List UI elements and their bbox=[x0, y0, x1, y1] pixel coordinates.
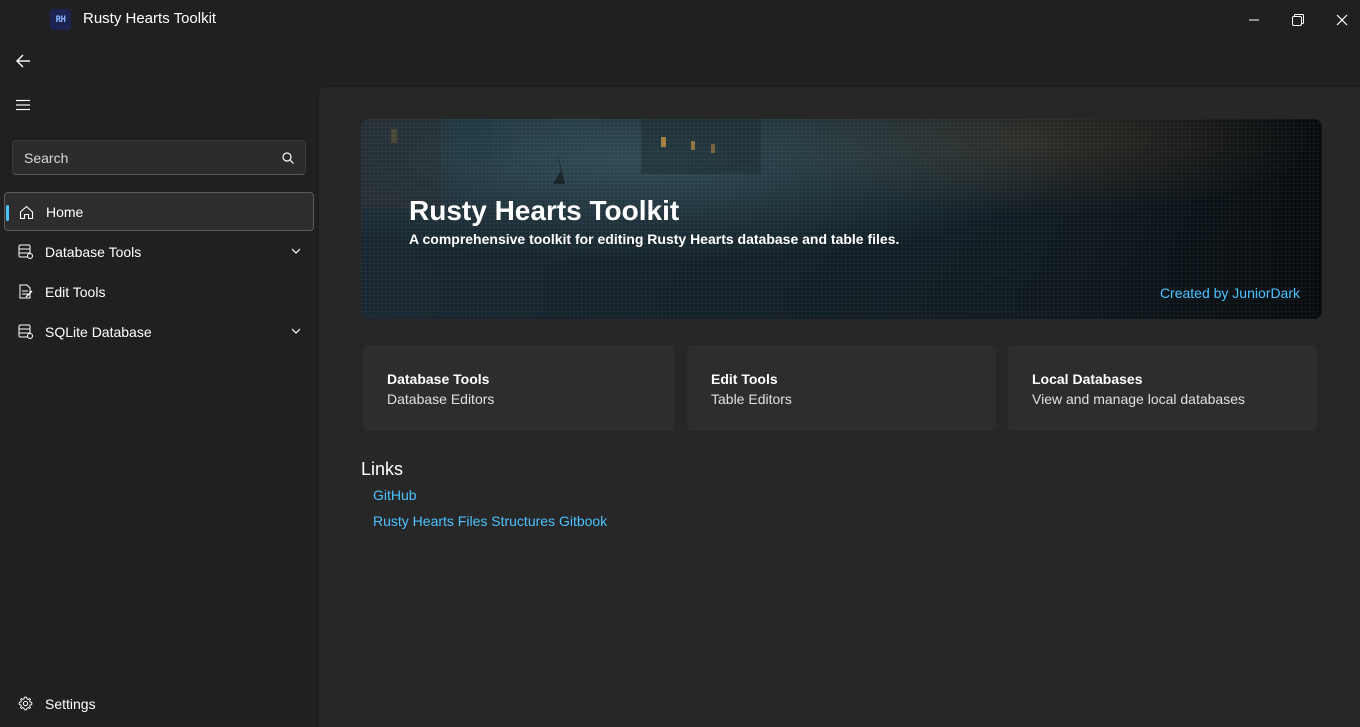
card-database-tools[interactable]: Database Tools Database Editors bbox=[362, 344, 676, 432]
chevron-down-icon[interactable] bbox=[290, 245, 302, 257]
card-title: Local Databases bbox=[1032, 371, 1143, 387]
nav-item-sqlite-database[interactable]: SQLite Database bbox=[4, 312, 314, 351]
window-title: Rusty Hearts Toolkit bbox=[83, 10, 217, 27]
restore-icon bbox=[1292, 14, 1304, 26]
document-edit-icon bbox=[17, 283, 33, 299]
nav-item-label: Edit Tools bbox=[45, 283, 106, 300]
search-box bbox=[12, 140, 306, 175]
github-link[interactable]: GitHub bbox=[373, 487, 417, 503]
card-subtitle: Table Editors bbox=[711, 391, 792, 407]
nav-item-label: SQLite Database bbox=[45, 323, 152, 340]
minimize-button[interactable] bbox=[1232, 0, 1276, 40]
gitbook-link[interactable]: Rusty Hearts Files Structures Gitbook bbox=[373, 513, 607, 529]
close-button[interactable] bbox=[1320, 0, 1360, 40]
main-content: Rusty Hearts Toolkit A comprehensive too… bbox=[318, 86, 1360, 727]
database-icon bbox=[17, 243, 33, 259]
gear-icon bbox=[17, 695, 33, 711]
card-local-databases[interactable]: Local Databases View and manage local da… bbox=[1007, 344, 1318, 432]
created-by-link[interactable]: Created by JuniorDark bbox=[1160, 285, 1300, 301]
chevron-down-icon[interactable] bbox=[290, 325, 302, 337]
settings-label: Settings bbox=[45, 695, 96, 712]
card-edit-tools[interactable]: Edit Tools Table Editors bbox=[686, 344, 997, 432]
nav-item-label: Database Tools bbox=[45, 243, 142, 260]
nav-item-database-tools[interactable]: Database Tools bbox=[4, 232, 314, 271]
hero-banner: Rusty Hearts Toolkit A comprehensive too… bbox=[361, 119, 1322, 319]
database-icon bbox=[17, 323, 33, 339]
card-subtitle: Database Editors bbox=[387, 391, 495, 407]
restore-button[interactable] bbox=[1276, 0, 1320, 40]
back-arrow-icon bbox=[16, 54, 30, 68]
title-bar: RH Rusty Hearts Toolkit bbox=[0, 0, 1360, 40]
nav-item-edit-tools[interactable]: Edit Tools bbox=[4, 272, 314, 311]
search-button[interactable] bbox=[271, 151, 305, 164]
nav-item-label: Home bbox=[46, 203, 84, 220]
search-input[interactable] bbox=[13, 141, 271, 174]
links-heading: Links bbox=[361, 459, 404, 479]
card-title: Database Tools bbox=[387, 371, 490, 387]
app-logo: RH bbox=[50, 9, 71, 30]
hero-title: Rusty Hearts Toolkit bbox=[409, 195, 680, 226]
minimize-icon bbox=[1249, 19, 1259, 21]
nav-item-home[interactable]: Home bbox=[4, 192, 314, 231]
hero-subtitle: A comprehensive toolkit for editing Rust… bbox=[409, 231, 900, 247]
back-button[interactable] bbox=[8, 46, 38, 76]
home-icon bbox=[18, 204, 34, 220]
nav-item-settings[interactable]: Settings bbox=[4, 684, 314, 723]
selection-indicator bbox=[6, 205, 9, 221]
card-subtitle: View and manage local databases bbox=[1032, 391, 1246, 407]
hamburger-menu-button[interactable] bbox=[8, 90, 38, 120]
search-icon bbox=[282, 151, 294, 164]
hamburger-icon bbox=[16, 99, 30, 111]
card-title: Edit Tools bbox=[711, 371, 778, 387]
close-icon bbox=[1336, 14, 1348, 26]
